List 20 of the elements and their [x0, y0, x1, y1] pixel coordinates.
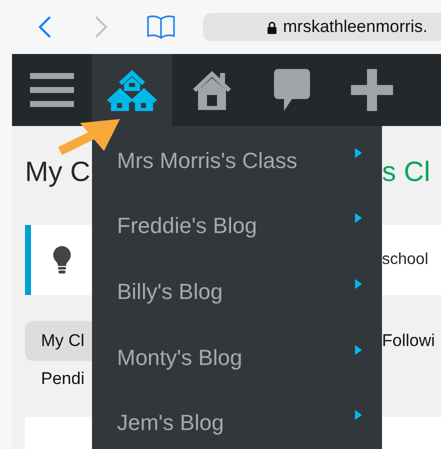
book-icon[interactable] [147, 15, 175, 39]
tab[interactable]: Pendi [25, 369, 84, 389]
admin-bar-item[interactable] [92, 54, 172, 126]
address-field[interactable]: mrskathleenmorris. [203, 13, 441, 41]
menu-item[interactable]: Jem's Blog [92, 390, 382, 449]
back-icon[interactable] [38, 15, 52, 39]
page-title: My C [25, 156, 90, 188]
lock-icon [267, 20, 277, 34]
menu-item[interactable]: Freddie's Blog [92, 194, 382, 260]
menu-icon [30, 71, 74, 109]
tab[interactable]: Followi [382, 321, 441, 361]
class-name: s Cl [382, 156, 430, 188]
notice-text: school [382, 251, 430, 269]
home-icon [193, 70, 231, 110]
houses-icon [107, 69, 157, 111]
lightbulb-icon [53, 246, 71, 274]
pointer-arrow [58, 119, 120, 156]
plus-icon [351, 69, 393, 111]
speech-bubble-icon [274, 69, 310, 111]
menu-item[interactable]: Mrs Morris's Class [92, 128, 382, 194]
